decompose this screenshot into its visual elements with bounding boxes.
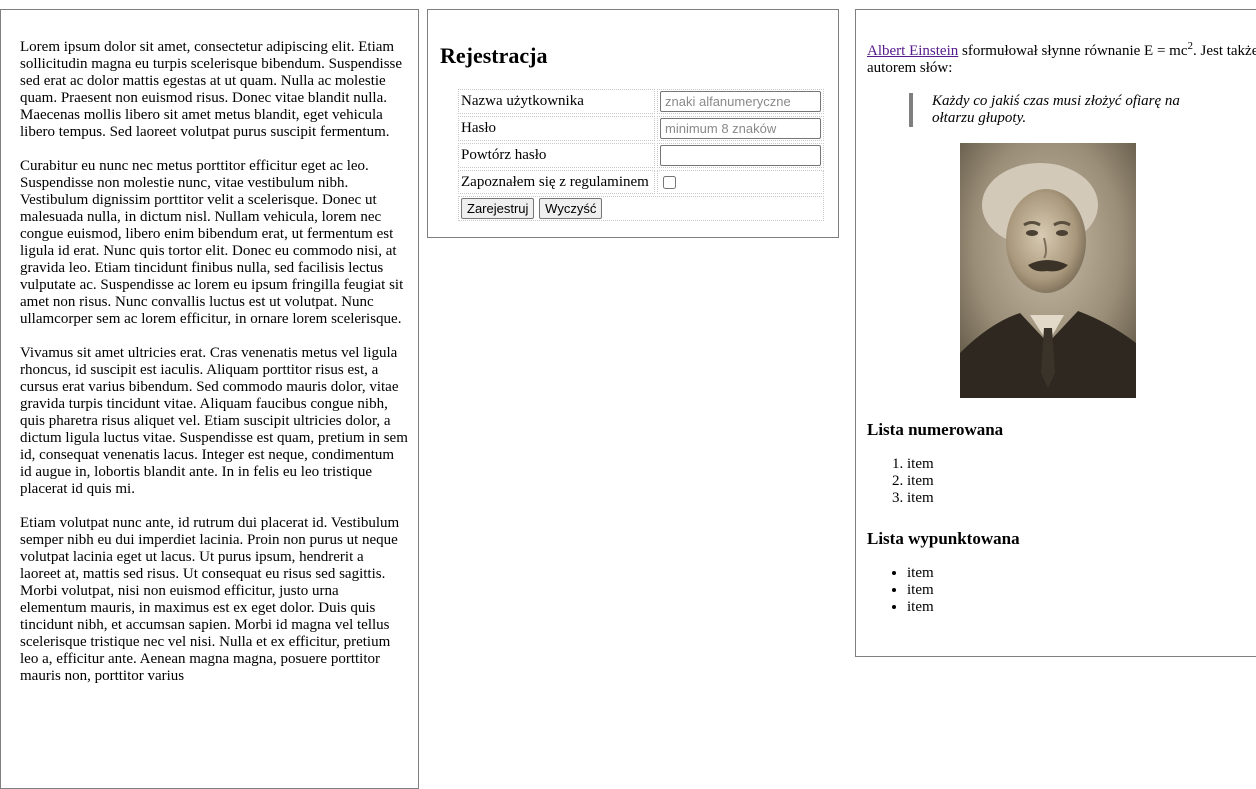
username-label: Nazwa użytkownika <box>458 89 655 114</box>
repeat-password-row: Powtórz hasło <box>458 143 824 168</box>
einstein-portrait-image <box>960 143 1136 398</box>
einstein-panel: Albert Einstein sformułował słynne równa… <box>855 9 1256 657</box>
paragraph: Lorem ipsum dolor sit amet, consectetur … <box>20 39 403 140</box>
repeat-password-label: Powtórz hasło <box>458 143 655 168</box>
registration-form: Nazwa użytkownika Hasło Powtórz hasło Za… <box>440 87 826 223</box>
password-input[interactable] <box>660 118 821 139</box>
password-label: Hasło <box>458 116 655 141</box>
list-item: item <box>907 582 1256 599</box>
paragraph: Etiam volutpat nunc ante, id rutrum dui … <box>20 515 400 684</box>
list-item: item <box>907 473 1256 490</box>
register-button[interactable]: Zarejestruj <box>461 198 535 219</box>
ordered-list-heading: Lista numerowana <box>867 420 1004 439</box>
username-input[interactable] <box>660 91 821 112</box>
paragraph: Vivamus sit amet ultricies erat. Cras ve… <box>20 345 408 497</box>
registration-title: Rejestracja <box>440 43 548 68</box>
list-item: item <box>907 456 1256 473</box>
einstein-link[interactable]: Albert Einstein <box>867 43 958 59</box>
username-cell <box>657 89 824 114</box>
list-item: item <box>907 599 1256 616</box>
bullet-list: item item item <box>867 565 1256 616</box>
terms-cell <box>657 170 824 194</box>
list-item: item <box>907 565 1256 582</box>
password-row: Hasło <box>458 116 824 141</box>
repeat-password-input[interactable] <box>660 145 821 166</box>
repeat-password-cell <box>657 143 824 168</box>
terms-label: Zapoznałem się z regulaminem <box>458 170 655 194</box>
intro-text: Albert Einstein sformułował słynne równa… <box>867 41 1256 77</box>
buttons-row: Zarejestruj Wyczyść <box>458 196 824 221</box>
lorem-text-column: Lorem ipsum dolor sit amet, consectetur … <box>0 9 419 789</box>
registration-panel: Rejestracja Nazwa użytkownika Hasło Powt… <box>427 9 839 238</box>
ordered-list: item item item <box>867 456 1256 507</box>
buttons-cell: Zarejestruj Wyczyść <box>458 196 824 221</box>
bullet-list-heading: Lista wypunktowana <box>867 529 1020 548</box>
list-item: item <box>907 490 1256 507</box>
einstein-quote: Każdy co jakiś czas musi złożyć ofiarę n… <box>909 93 1202 127</box>
terms-checkbox[interactable] <box>663 175 676 189</box>
username-row: Nazwa użytkownika <box>458 89 824 114</box>
clear-button[interactable]: Wyczyść <box>539 198 603 219</box>
password-cell <box>657 116 824 141</box>
paragraph: Curabitur eu nunc nec metus porttitor ef… <box>20 158 404 327</box>
registration-table: Nazwa użytkownika Hasło Powtórz hasło Za… <box>456 87 826 223</box>
terms-row: Zapoznałem się z regulaminem <box>458 170 824 194</box>
intro-text-part: sformułował słynne równanie E = mc <box>958 43 1188 59</box>
